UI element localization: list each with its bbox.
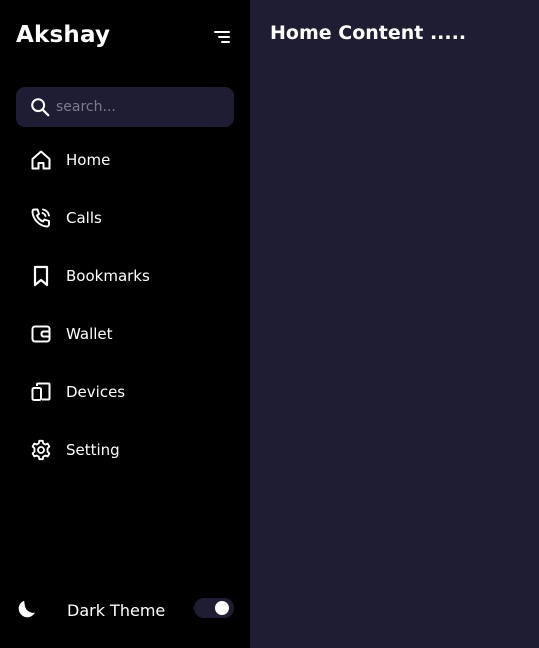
sidebar-item-label: Calls xyxy=(66,209,102,227)
sidebar-item-label: Bookmarks xyxy=(66,267,150,285)
phone-icon xyxy=(31,208,50,228)
dark-theme-label: Dark Theme xyxy=(67,601,166,620)
sidebar-item-label: Setting xyxy=(66,441,120,459)
search-input[interactable] xyxy=(56,87,226,127)
theme-switch-row: Dark Theme xyxy=(0,592,250,628)
sidebar-item-calls[interactable]: Calls xyxy=(16,198,234,238)
menu-lines-icon xyxy=(214,31,230,43)
menu-toggle-button[interactable] xyxy=(212,28,234,46)
sidebar-item-label: Home xyxy=(66,151,111,169)
gear-icon xyxy=(31,439,51,461)
search-icon xyxy=(31,98,50,117)
home-icon xyxy=(31,150,51,170)
sidebar-item-wallet[interactable]: Wallet xyxy=(16,314,234,354)
page-title: Home Content ..... xyxy=(270,22,467,44)
sidebar-item-home[interactable]: Home xyxy=(16,140,234,180)
sidebar: Akshay Home Calls Bookmarks xyxy=(0,0,250,648)
toggle-knob xyxy=(215,601,229,615)
main-content: Home Content ..... xyxy=(250,0,539,648)
sidebar-item-label: Wallet xyxy=(66,325,113,343)
sidebar-item-devices[interactable]: Devices xyxy=(16,372,234,412)
moon-icon xyxy=(18,600,35,618)
brand-name: Akshay xyxy=(16,22,111,48)
dark-theme-toggle[interactable] xyxy=(194,598,234,618)
sidebar-item-setting[interactable]: Setting xyxy=(16,430,234,470)
search-box xyxy=(16,87,234,127)
sidebar-item-label: Devices xyxy=(66,383,126,401)
sidebar-item-bookmarks[interactable]: Bookmarks xyxy=(16,256,234,296)
devices-icon xyxy=(31,382,51,401)
wallet-icon xyxy=(31,325,51,343)
bookmark-icon xyxy=(33,265,49,287)
